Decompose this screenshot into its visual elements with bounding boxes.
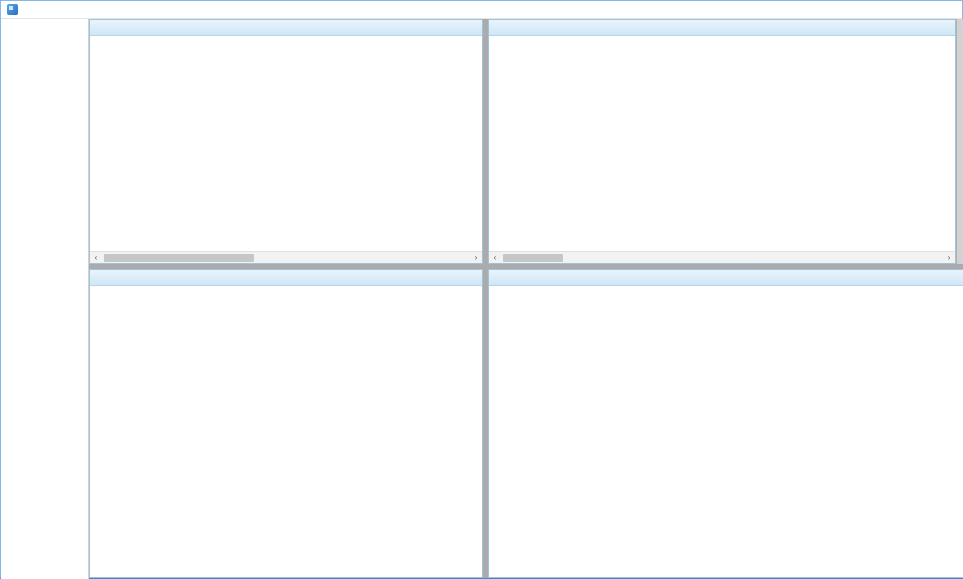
calibration-panel: [488, 269, 963, 578]
close-button[interactable]: [936, 1, 962, 18]
scroll-thumb[interactable]: [503, 254, 563, 262]
scroll-left-icon[interactable]: ‹: [90, 252, 102, 264]
scroll-thumb[interactable]: [104, 254, 254, 262]
minimize-button[interactable]: [884, 1, 910, 18]
compound-info-panel: [89, 269, 483, 578]
panel-header[interactable]: [90, 270, 482, 286]
panel-header[interactable]: [90, 20, 482, 36]
sidebar: [1, 19, 89, 579]
app-icon: [7, 4, 18, 15]
scroll-right-icon[interactable]: ›: [943, 252, 955, 264]
horizontal-scrollbar[interactable]: ‹ ›: [90, 251, 482, 263]
maximize-button[interactable]: [910, 1, 936, 18]
scroll-right-icon[interactable]: ›: [470, 252, 482, 264]
scroll-left-icon[interactable]: ‹: [489, 252, 501, 264]
horizontal-scrollbar[interactable]: ‹ ›: [489, 251, 955, 263]
quant-results-panel: ‹ ›: [488, 19, 956, 264]
sample-list-panel: ‹ ›: [89, 19, 483, 264]
panel-header[interactable]: [489, 20, 955, 36]
title-bar: [1, 1, 962, 19]
application-window: ‹ › ‹ ›: [0, 0, 963, 579]
collapsed-pane-strip[interactable]: [956, 19, 963, 264]
panel-header[interactable]: [489, 270, 963, 286]
